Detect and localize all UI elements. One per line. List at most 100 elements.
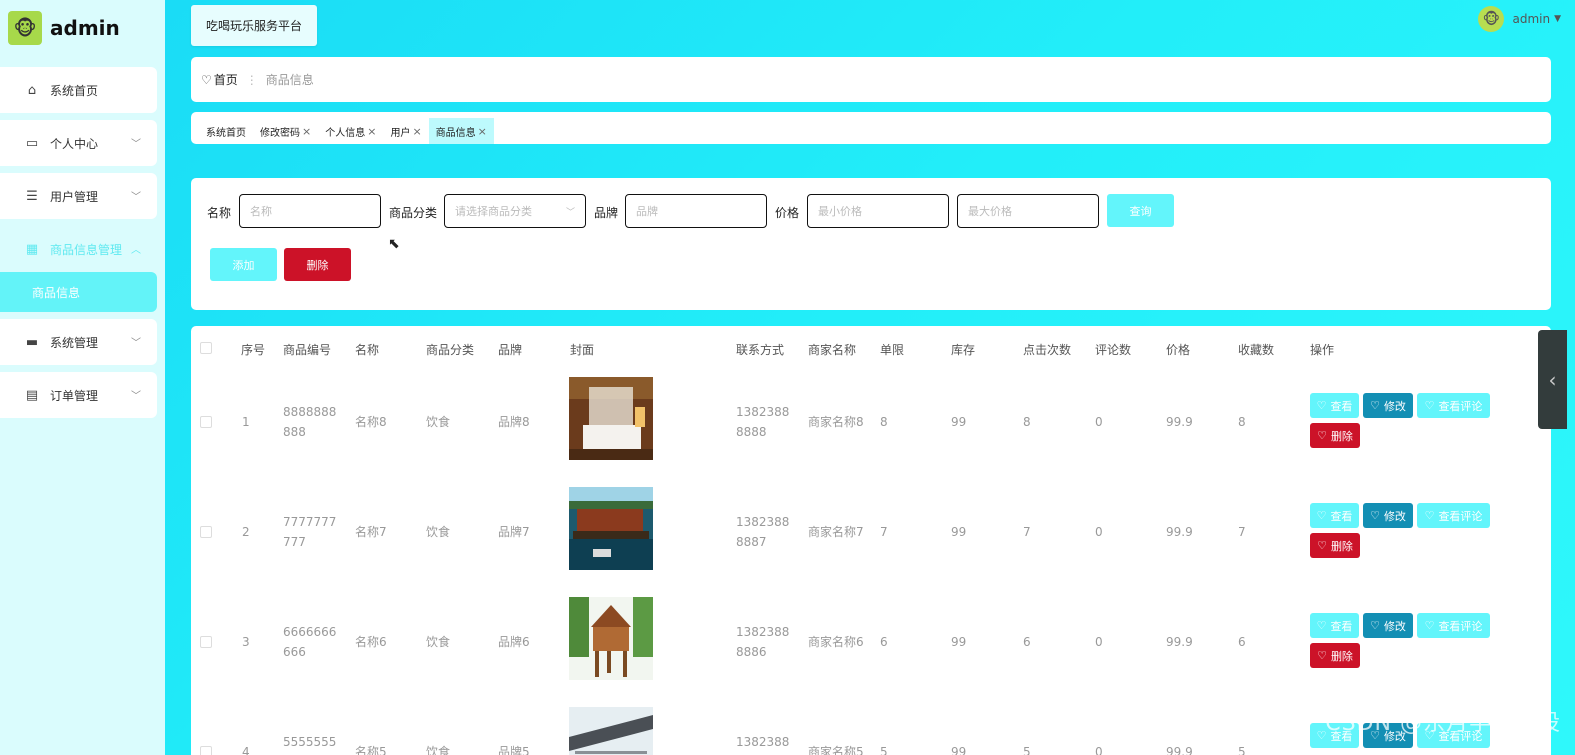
cell-name: 名称5 bbox=[355, 745, 387, 755]
view-comments-button[interactable]: ♡ 查看评论 bbox=[1417, 613, 1490, 638]
edit-button[interactable]: ♡ 修改 bbox=[1363, 393, 1413, 418]
col-header-shop: 商家名称 bbox=[808, 343, 857, 357]
tab-label: 商品信息 bbox=[435, 127, 476, 139]
cell-phone-line1: 1382388 bbox=[736, 515, 790, 529]
col-header-actions: 操作 bbox=[1310, 343, 1335, 357]
tab-personal-info[interactable]: 个人信息 × bbox=[318, 118, 383, 144]
view-button[interactable]: ♡ 查看 bbox=[1310, 613, 1359, 638]
max-price-input[interactable]: 最大价格 bbox=[957, 194, 1099, 228]
user-avatar-icon: 🐵 bbox=[1478, 6, 1505, 32]
tab-product-info[interactable]: 商品信息 × bbox=[428, 118, 494, 144]
sidebar-subitem-product-info[interactable]: 商品信息 bbox=[0, 272, 157, 312]
watermark: CSDN @东月学姐毕设 bbox=[1325, 711, 1561, 736]
platform-title-button[interactable]: 吃喝玩乐服务平台 bbox=[191, 5, 317, 46]
heart-icon: ♡ bbox=[1370, 399, 1380, 412]
row-checkbox[interactable] bbox=[200, 526, 212, 538]
heart-icon: ♡ bbox=[1316, 509, 1327, 522]
row-checkbox[interactable] bbox=[200, 416, 212, 428]
delete-button-label: 删除 bbox=[1330, 429, 1353, 443]
edit-button[interactable]: ♡ 修改 bbox=[1363, 503, 1413, 528]
cell-price: 99.9 bbox=[1166, 635, 1193, 649]
edit-button[interactable]: ♡ 修改 bbox=[1363, 613, 1413, 638]
col-header-name: 名称 bbox=[355, 343, 380, 357]
heart-icon: ♡ bbox=[1317, 539, 1327, 552]
sidebar-item-home[interactable]: ⌂ 系统首页 bbox=[0, 67, 157, 113]
tab-label: 用户 bbox=[390, 127, 411, 139]
product-table: 序号 商品编号 名称 商品分类 品牌 封面 联系方式 商家名称 单限 库存 点击… bbox=[191, 326, 1551, 755]
side-drawer-toggle[interactable]: ‹ bbox=[1538, 330, 1567, 429]
cell-shop: 商家名称6 bbox=[808, 635, 864, 649]
mascot-avatar-icon: 🐵 bbox=[8, 11, 42, 45]
brand-name: admin bbox=[50, 16, 120, 40]
view-comments-label: 查看评论 bbox=[1438, 619, 1483, 633]
home-icon: ⌂ bbox=[27, 82, 37, 98]
sidebar: 🐵 admin ⌂ 系统首页 ▭ 个人中心 ﹀ ☰ 用户管理 ﹀ ▦ 商品信息管… bbox=[0, 0, 165, 755]
user-menu[interactable]: 🐵 admin ▼ bbox=[1478, 6, 1561, 32]
cell-limit: 6 bbox=[880, 635, 888, 649]
add-button[interactable]: 添加 bbox=[210, 248, 277, 281]
heart-icon: ♡ bbox=[1316, 399, 1327, 412]
brand-input[interactable]: 品牌 bbox=[625, 194, 767, 228]
brand-label: 品牌 bbox=[594, 206, 619, 220]
col-header-stock: 库存 bbox=[951, 343, 976, 357]
cover-image bbox=[569, 377, 653, 460]
category-select[interactable]: 请选择商品分类 ﹀ bbox=[444, 194, 586, 228]
view-button[interactable]: ♡ 查看 bbox=[1310, 393, 1359, 418]
sidebar-item-order-management[interactable]: ▤ 订单管理 ﹀ bbox=[0, 372, 157, 418]
name-input[interactable]: 名称 bbox=[239, 194, 381, 228]
tab-user[interactable]: 用户 × bbox=[383, 118, 428, 144]
card-icon: ▭ bbox=[25, 135, 39, 151]
cell-comments: 0 bbox=[1095, 635, 1103, 649]
grid-icon: ▦ bbox=[25, 241, 39, 257]
query-button[interactable]: 查询 bbox=[1107, 194, 1174, 227]
breadcrumb-home[interactable]: 首页 bbox=[214, 71, 238, 88]
name-label: 名称 bbox=[207, 206, 232, 220]
cell-clicks: 5 bbox=[1023, 745, 1031, 755]
sidebar-item-personal-center[interactable]: ▭ 个人中心 ﹀ bbox=[0, 120, 157, 166]
close-icon[interactable]: × bbox=[412, 125, 421, 138]
close-icon[interactable]: × bbox=[478, 125, 487, 138]
chevron-down-icon: ﹀ bbox=[565, 208, 575, 218]
row-checkbox[interactable] bbox=[200, 636, 212, 648]
tab-home[interactable]: 系统首页 bbox=[199, 118, 253, 144]
close-icon[interactable]: × bbox=[367, 125, 376, 138]
col-header-comments: 评论数 bbox=[1095, 343, 1132, 357]
select-all-checkbox[interactable] bbox=[200, 342, 212, 354]
view-button-label: 查看 bbox=[1330, 399, 1353, 413]
cell-limit: 5 bbox=[880, 745, 888, 755]
chevron-down-icon: ﹀ bbox=[131, 391, 141, 402]
edit-button-label: 修改 bbox=[1383, 509, 1406, 523]
row-checkbox[interactable] bbox=[200, 746, 212, 755]
cell-category: 饮食 bbox=[426, 415, 451, 429]
tab-label: 修改密码 bbox=[260, 127, 300, 139]
heart-icon: ♡ bbox=[1424, 399, 1435, 412]
sidebar-item-system-management[interactable]: ▬ 系统管理 ﹀ bbox=[0, 319, 157, 365]
delete-button[interactable]: ♡ 删除 bbox=[1310, 643, 1360, 668]
view-comments-button[interactable]: ♡ 查看评论 bbox=[1417, 503, 1490, 528]
cell-favorites: 7 bbox=[1238, 525, 1246, 539]
tabs-bar: 系统首页 修改密码 × 个人信息 × 用户 × 商品信息 × bbox=[191, 112, 1551, 144]
cell-favorites: 8 bbox=[1238, 415, 1246, 429]
batch-delete-button[interactable]: 删除 bbox=[284, 248, 351, 281]
close-icon[interactable]: × bbox=[302, 125, 311, 138]
breadcrumb-current: 商品信息 bbox=[265, 73, 314, 87]
cell-clicks: 6 bbox=[1023, 635, 1031, 649]
sidebar-item-user-management[interactable]: ☰ 用户管理 ﹀ bbox=[0, 173, 157, 219]
view-button[interactable]: ♡ 查看 bbox=[1310, 503, 1359, 528]
min-price-input[interactable]: 最小价格 bbox=[807, 194, 949, 228]
sidebar-menu: ⌂ 系统首页 ▭ 个人中心 ﹀ ☰ 用户管理 ﹀ ▦ 商品信息管理 ︿ 商品信息… bbox=[0, 67, 165, 418]
heart-icon: ♡ bbox=[1370, 509, 1380, 522]
cell-code-line1: 5555555 bbox=[283, 735, 337, 749]
user-name: admin bbox=[1512, 12, 1551, 26]
edit-button-label: 修改 bbox=[1383, 619, 1406, 633]
cell-stock: 99 bbox=[951, 525, 967, 539]
view-comments-button[interactable]: ♡ 查看评论 bbox=[1417, 393, 1490, 418]
category-label: 商品分类 bbox=[389, 206, 438, 220]
cell-price: 99.9 bbox=[1166, 525, 1193, 539]
caret-down-icon: ▼ bbox=[1554, 14, 1561, 24]
delete-button[interactable]: ♡ 删除 bbox=[1310, 533, 1360, 558]
sidebar-item-product-management[interactable]: ▦ 商品信息管理 ︿ bbox=[0, 226, 157, 272]
tab-change-password[interactable]: 修改密码 × bbox=[253, 118, 318, 144]
delete-button[interactable]: ♡ 删除 bbox=[1310, 423, 1360, 448]
cell-clicks: 7 bbox=[1023, 525, 1031, 539]
